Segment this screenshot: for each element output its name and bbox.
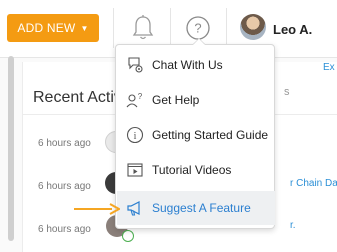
svg-text:?: ? <box>138 92 143 101</box>
add-new-button[interactable]: ADD NEW ▼ <box>7 14 99 42</box>
activity-link[interactable]: r Chain Day <box>290 178 337 189</box>
megaphone-icon <box>125 198 145 218</box>
notification-bell-icon[interactable] <box>131 14 155 42</box>
activity-timestamp: 6 hours ago <box>38 138 91 149</box>
caret-down-icon: ▼ <box>80 23 89 33</box>
online-status-icon <box>122 230 134 242</box>
menu-item-label: Get Help <box>152 93 200 107</box>
menu-item-label: Getting Started Guide <box>152 128 269 142</box>
pointer-arrow-icon <box>74 203 120 215</box>
user-avatar[interactable] <box>240 14 266 40</box>
menu-item-tutorial-videos[interactable]: Tutorial Videos <box>117 153 275 187</box>
activity-timestamp: 6 hours ago <box>38 181 91 192</box>
divider <box>226 8 227 48</box>
activity-text-fragment: r. <box>290 220 296 231</box>
svg-text:?: ? <box>194 21 201 36</box>
video-play-icon <box>125 160 145 180</box>
divider <box>170 8 171 48</box>
activity-timestamp: 6 hours ago <box>38 224 91 235</box>
section-title: Recent Activ <box>33 89 122 106</box>
export-link[interactable]: Ex <box>323 62 335 73</box>
menu-item-label: Suggest A Feature <box>152 201 251 215</box>
menu-caret-fill <box>193 39 205 45</box>
menu-item-getting-started-guide[interactable]: i Getting Started Guide <box>117 118 275 152</box>
menu-item-suggest-a-feature[interactable]: Suggest A Feature <box>117 191 275 225</box>
scrollbar[interactable] <box>8 56 14 241</box>
info-circle-icon: i <box>125 125 145 145</box>
svg-text:i: i <box>134 131 137 142</box>
help-question-icon[interactable]: ? <box>186 16 210 40</box>
menu-item-label: Chat With Us <box>152 58 223 72</box>
menu-item-get-help[interactable]: ? Get Help <box>117 83 275 117</box>
help-dropdown-menu: Chat With Us ? Get Help i Getting Starte… <box>115 44 275 229</box>
menu-item-label: Tutorial Videos <box>152 163 232 177</box>
menu-item-chat-with-us[interactable]: Chat With Us <box>117 48 275 82</box>
hidden-text-fragment: s <box>284 86 290 98</box>
user-name[interactable]: Leo A. <box>273 22 312 37</box>
person-question-icon: ? <box>125 90 145 110</box>
chat-gear-icon <box>125 55 145 75</box>
add-new-label: ADD NEW <box>17 21 76 35</box>
divider <box>113 8 114 48</box>
